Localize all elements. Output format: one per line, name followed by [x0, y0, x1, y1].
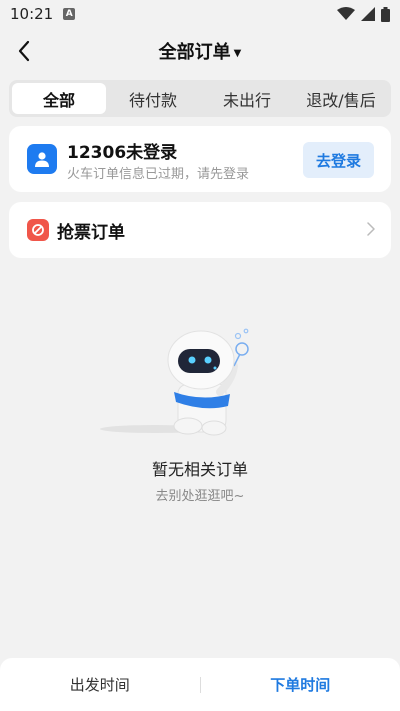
page-title-text: 全部订单 [158, 42, 231, 63]
status-bar: 10:21 A [0, 0, 400, 28]
wifi-icon [337, 7, 355, 20]
tab-refund-aftersale[interactable]: 退改/售后 [294, 83, 388, 114]
empty-state-title: 暂无相关订单 [151, 460, 248, 479]
sort-order-time[interactable]: 下单时间 [201, 674, 400, 695]
empty-state-subtitle: 去别处逛逛吧~ [155, 489, 245, 504]
a-notification-icon: A [63, 8, 76, 20]
grab-ticket-title: 抢票订单 [57, 223, 125, 243]
sort-departure-time[interactable]: 出发时间 [0, 674, 200, 695]
ticket-grab-icon [27, 219, 49, 241]
order-tabs: 全部 待付款 未出行 退改/售后 [9, 80, 391, 117]
login-button[interactable]: 去登录 [303, 142, 374, 178]
signal-icon [361, 7, 375, 21]
caret-down-icon: ▼ [233, 48, 242, 59]
page-title[interactable]: 全部订单 ▼ [0, 38, 400, 64]
sort-bar: 出发时间 下单时间 [0, 658, 400, 711]
status-left: 10:21 A [10, 5, 76, 23]
user-icon [27, 144, 57, 174]
tab-all[interactable]: 全部 [12, 83, 106, 114]
login-card: 12306未登录 火车订单信息已过期，请先登录 去登录 [9, 126, 391, 192]
login-title: 12306未登录 [67, 143, 178, 163]
grab-ticket-card[interactable]: 抢票订单 [9, 202, 391, 258]
robot-illustration [100, 328, 249, 436]
chevron-right-icon [367, 222, 375, 236]
battery-icon [381, 6, 390, 22]
tab-not-traveled[interactable]: 未出行 [200, 83, 294, 114]
status-right [337, 6, 390, 22]
status-time: 10:21 [10, 5, 54, 23]
tab-pending-payment[interactable]: 待付款 [106, 83, 200, 114]
login-subtitle: 火车订单信息已过期，请先登录 [67, 167, 250, 182]
nav-bar: 全部订单 ▼ [0, 28, 400, 74]
